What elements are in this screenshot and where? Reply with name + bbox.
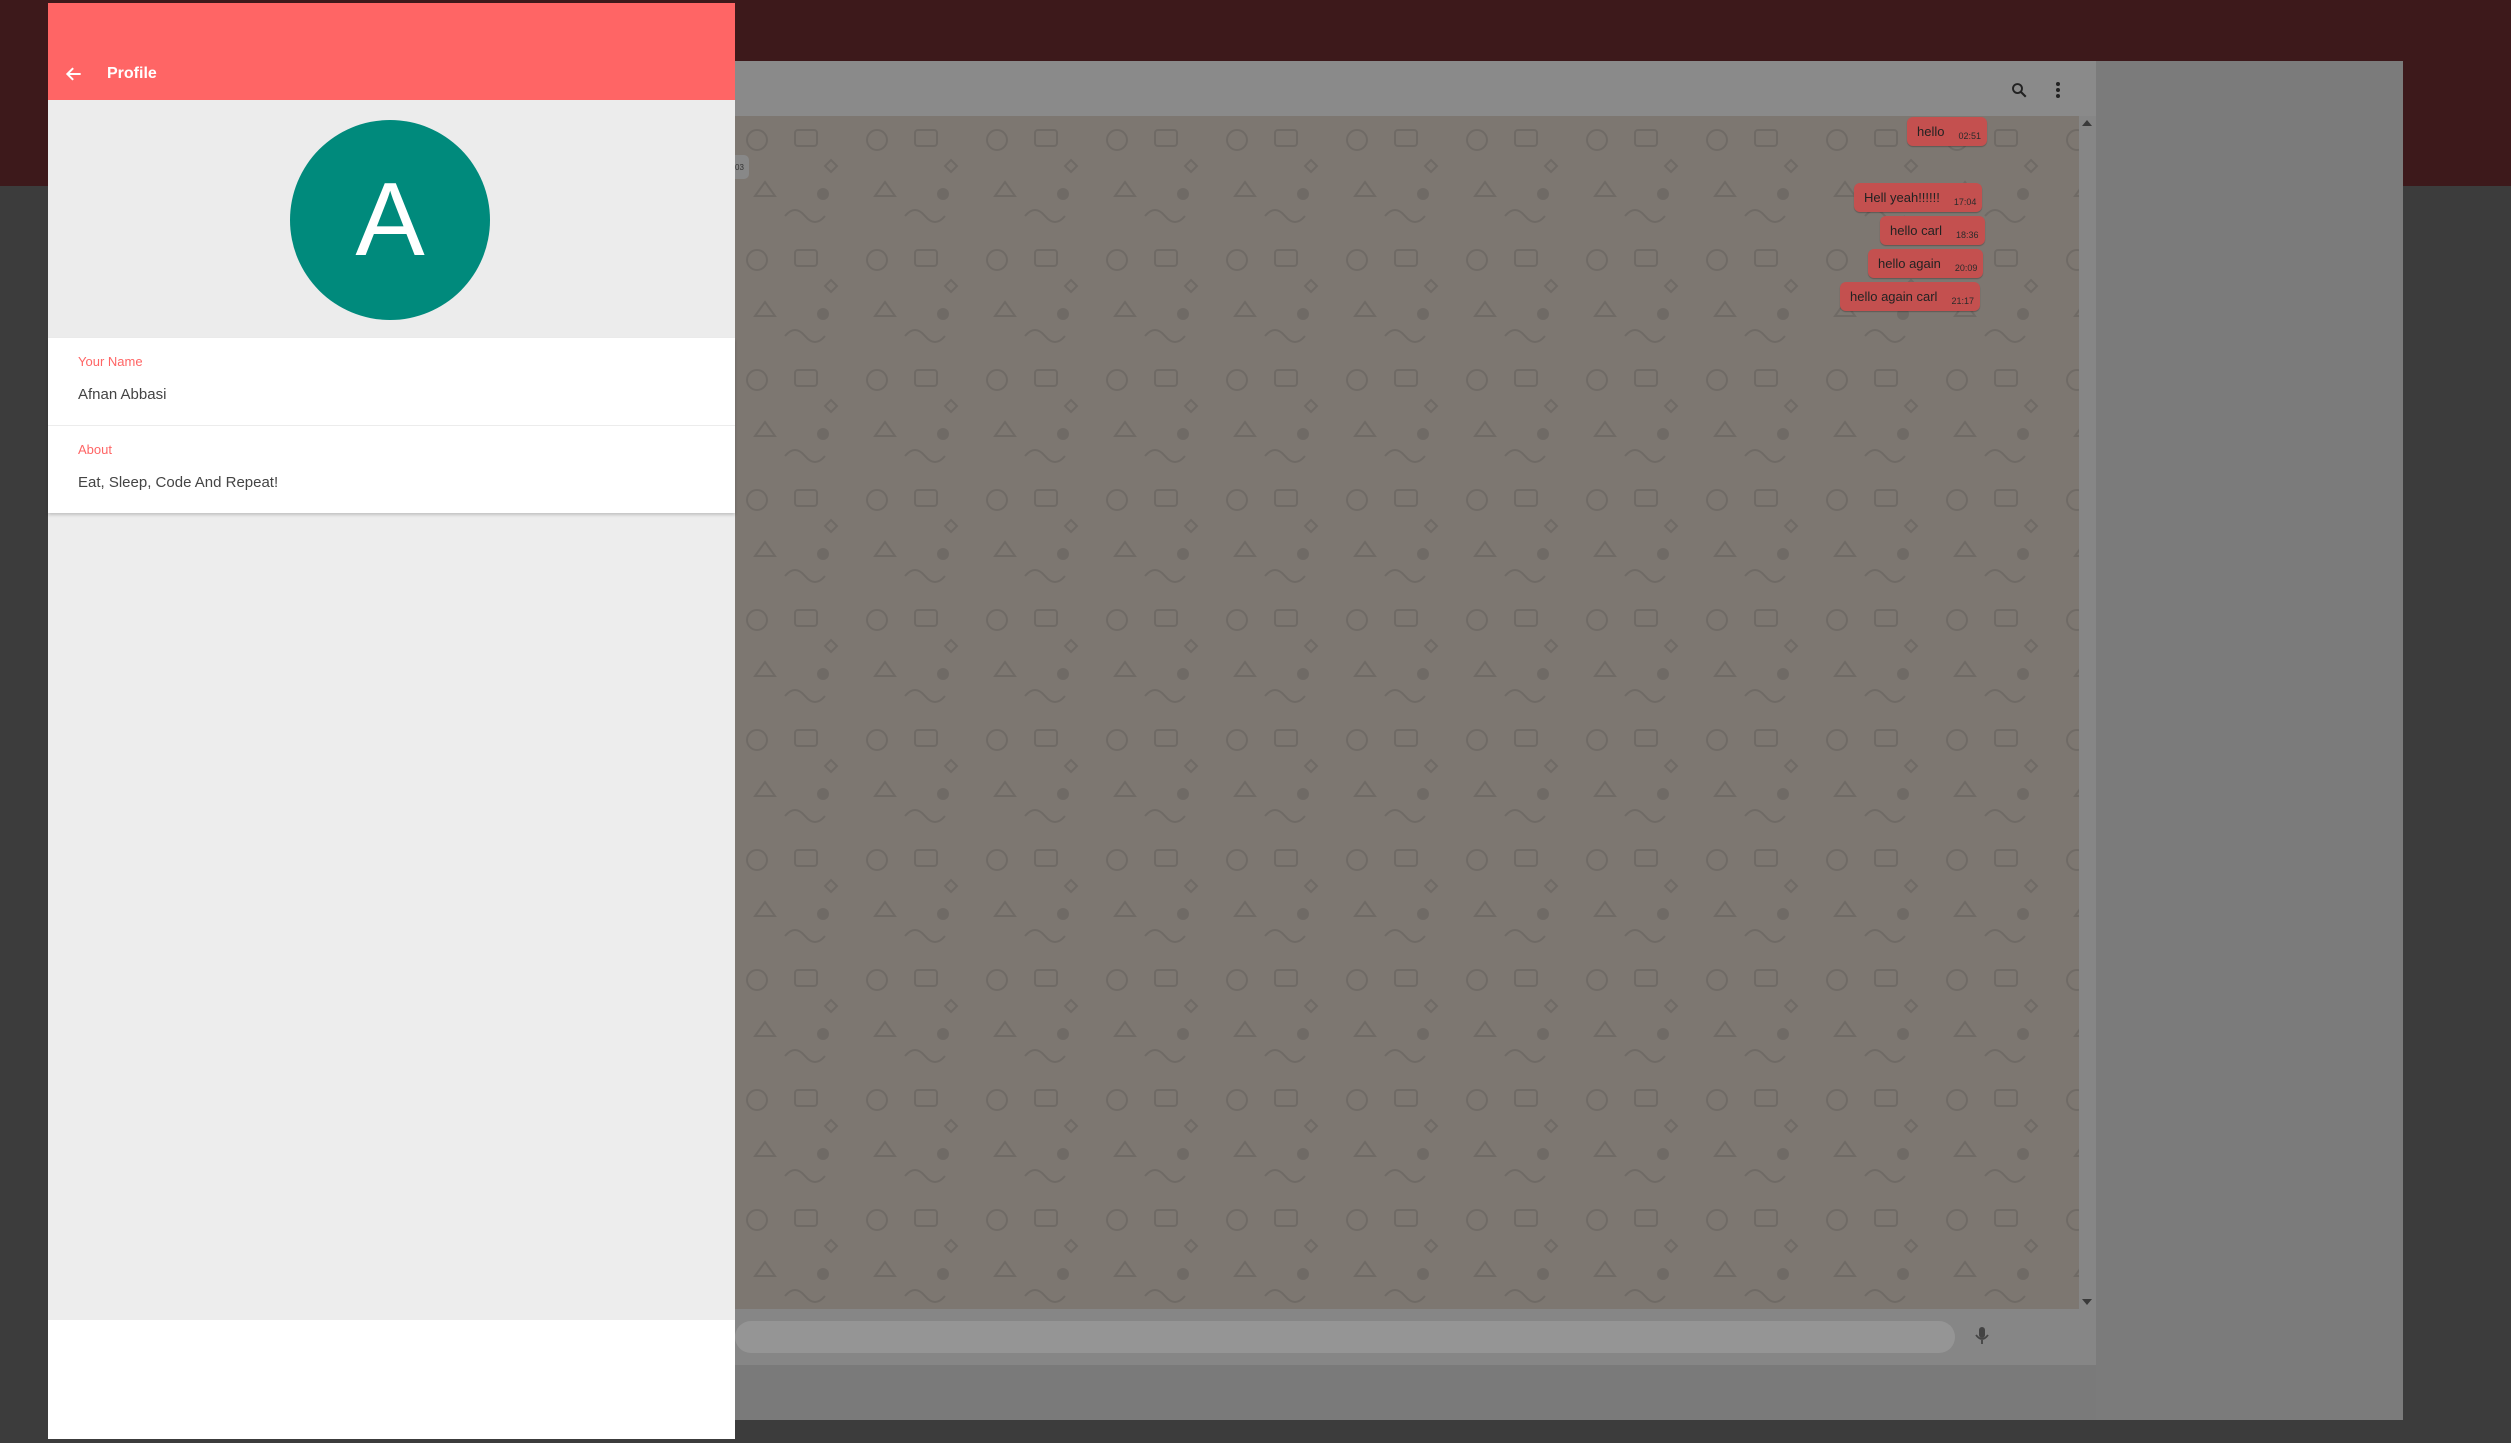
- chat-footer: [687, 1309, 2096, 1365]
- message-bubble[interactable]: hello again carl 21:17: [1840, 282, 1980, 311]
- microphone-icon[interactable]: [1967, 1321, 1997, 1351]
- chat-header: [687, 61, 2096, 116]
- message-time: 02:51: [1958, 130, 1981, 141]
- partial-message-time: 03: [735, 162, 744, 172]
- profile-panel: Profile A Your Name Afnan Abbasi About E…: [48, 3, 735, 1439]
- avatar[interactable]: A: [290, 120, 490, 320]
- message-bubble[interactable]: hello carl 18:36: [1880, 216, 1985, 245]
- right-empty-pane: [2096, 61, 2403, 1420]
- message-text: hello: [1917, 124, 1945, 139]
- search-icon[interactable]: [2004, 75, 2034, 105]
- scroll-down-icon[interactable]: [2082, 1299, 2092, 1305]
- message-bubble[interactable]: hello 02:51: [1907, 117, 1987, 146]
- message-text: hello carl: [1890, 223, 1943, 238]
- name-field[interactable]: Your Name Afnan Abbasi: [48, 338, 735, 425]
- avatar-section: A: [48, 100, 735, 338]
- chat-scrollbar[interactable]: [2079, 116, 2096, 1309]
- about-field[interactable]: About Eat, Sleep, Code And Repeat!: [48, 425, 735, 513]
- message-time: 17:04: [1953, 196, 1977, 207]
- message-time: 20:09: [1954, 262, 1978, 273]
- message-text: Hell yeah!!!!!!: [1864, 190, 1940, 205]
- name-value[interactable]: Afnan Abbasi: [78, 386, 166, 403]
- message-bubble[interactable]: hello again 20:09: [1868, 249, 1984, 278]
- message-time: 21:17: [1951, 295, 1974, 306]
- message-bubble[interactable]: Hell yeah!!!!!! 17:04: [1854, 183, 1983, 212]
- profile-info: Your Name Afnan Abbasi About Eat, Sleep,…: [48, 338, 735, 513]
- more-vertical-icon[interactable]: [2043, 75, 2073, 105]
- profile-title: Profile: [107, 65, 157, 82]
- message-time: 18:36: [1956, 229, 1979, 240]
- profile-header: Profile: [48, 3, 735, 100]
- message-text: hello again: [1878, 256, 1941, 271]
- scroll-up-icon[interactable]: [2082, 120, 2092, 126]
- profile-footer: [48, 1320, 735, 1439]
- message-text: hello again carl: [1850, 289, 1938, 304]
- message-input[interactable]: [735, 1321, 1955, 1353]
- arrow-left-icon[interactable]: [58, 58, 90, 90]
- about-value[interactable]: Eat, Sleep, Code And Repeat!: [78, 474, 278, 491]
- about-label: About: [78, 442, 112, 457]
- name-label: Your Name: [78, 354, 143, 369]
- partial-message-bubble: 03: [735, 155, 749, 179]
